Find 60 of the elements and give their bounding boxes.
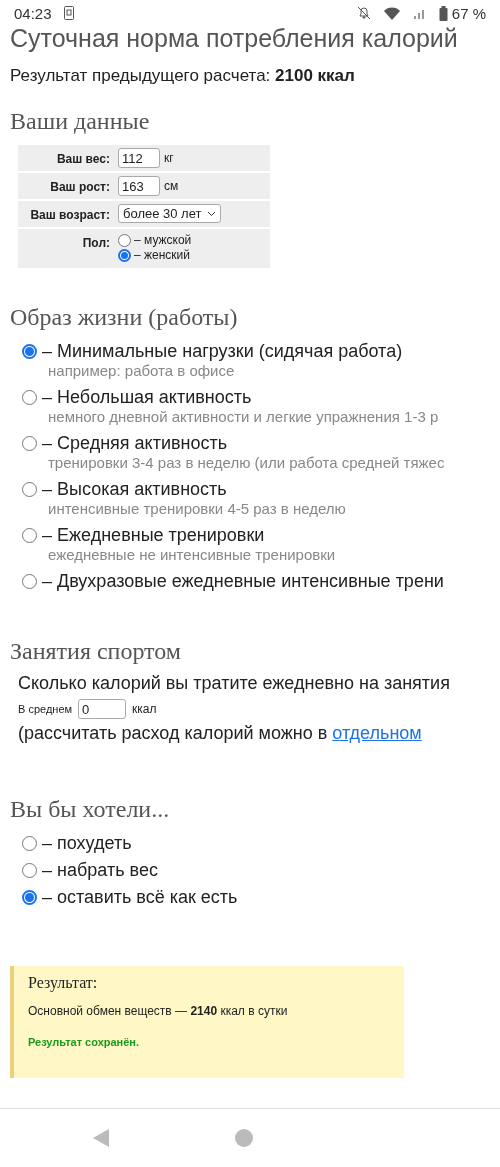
chevron-icon: [207, 210, 217, 217]
option-note: немного дневной активности и легкие упражнения 1-3 р: [48, 408, 440, 425]
field-label: Ваш возраст:: [29, 207, 111, 222]
result-heading: Результат:: [28, 974, 99, 992]
radio-button[interactable]: [22, 574, 37, 589]
field-label: Ваш вес:: [55, 151, 111, 166]
option-label: – Высокая активность: [42, 479, 227, 500]
question-text: Сколько калорий вы тратите ежедневно на занятия: [18, 673, 451, 694]
option-note: тренировки 3-4 раз в неделю (или работа средней тяжес: [48, 454, 446, 471]
radio-button[interactable]: [22, 863, 37, 878]
input-field[interactable]: 112: [118, 148, 160, 168]
radio-button[interactable]: [22, 528, 37, 543]
radio-label: – женский: [134, 248, 190, 262]
battery-icon: [438, 5, 448, 21]
radio-button[interactable]: [22, 836, 37, 851]
radio-button[interactable]: [22, 482, 37, 497]
input-field[interactable]: 0: [78, 699, 127, 719]
home-icon[interactable]: [235, 1129, 253, 1147]
radio-button[interactable]: [118, 233, 131, 247]
saved-message: Результат сохранён.: [28, 1036, 141, 1048]
section-heading: Вы бы хотели...: [10, 796, 171, 823]
page-title: Суточная норма потребления калорий: [10, 26, 459, 52]
option-note: например: работа в офисе: [48, 362, 236, 379]
section-heading: Ваши данные: [10, 108, 151, 135]
unit-label: ккал: [132, 702, 157, 716]
option-label: – оставить всё как есть: [42, 887, 238, 908]
battery-level: 67 %: [451, 4, 486, 22]
radio-label: – мужской: [134, 233, 192, 247]
mute-icon: [356, 6, 371, 20]
radio-button[interactable]: [118, 248, 131, 262]
radio-button[interactable]: [22, 436, 37, 451]
option-label: – Средняя активность: [42, 433, 228, 454]
clock-time: 04:23: [14, 4, 52, 22]
section-heading: Образ жизни (работы): [10, 304, 239, 331]
unit-label: кг: [164, 151, 174, 165]
section-heading: Занятия спортом: [10, 638, 182, 665]
radio-button[interactable]: [22, 890, 37, 905]
result-text: Основной обмен веществ — 2140 ккал в сутки: [28, 1004, 289, 1018]
option-label: – Минимальные нагрузки (сидячая работа): [42, 341, 403, 362]
option-label: – Ежедневные тренировки: [42, 525, 265, 546]
back-icon[interactable]: [92, 1128, 110, 1148]
field-label: Пол:: [81, 235, 111, 250]
input-field[interactable]: 163: [118, 176, 160, 196]
option-label: – Двухразовые ежедневные интенсивные трени: [42, 571, 444, 592]
unit-label: см: [164, 179, 179, 193]
previous-result: Результат предыдущего расчета: 2100 ккал: [10, 66, 356, 86]
option-note: интенсивные тренировки 4-5 раз в неделю: [48, 500, 347, 517]
option-label: – набрать вес: [42, 860, 158, 881]
radio-button[interactable]: [22, 390, 37, 405]
wifi-icon: [382, 6, 401, 20]
screenshot-icon: [63, 6, 74, 20]
calculator-link[interactable]: отдельном: [332, 723, 422, 744]
radio-button[interactable]: [22, 344, 37, 359]
option-label: – похудеть: [42, 833, 132, 854]
field-label: В среднем: [18, 703, 73, 715]
field-label: Ваш рост:: [49, 179, 111, 194]
age-dropdown[interactable]: более 30 лет: [118, 204, 222, 223]
hint-text: (рассчитать расход калорий можно в: [18, 723, 328, 744]
option-note: ежедневные не интенсивные тренировки: [48, 546, 337, 563]
option-label: – Небольшая активность: [42, 387, 252, 408]
